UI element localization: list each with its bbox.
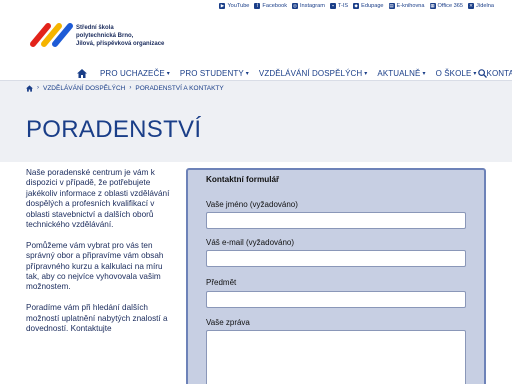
site-header: Střední škola polytechnická Brno, Jílová… (0, 0, 512, 86)
chevron-down-icon: ▾ (166, 70, 170, 77)
chevron-down-icon: ▾ (422, 70, 426, 77)
page-title: PORADENSTVÍ (26, 116, 202, 143)
edupage-icon: ◆ (353, 3, 360, 9)
tis-icon: ▪ (329, 3, 336, 9)
toplink-label: T-IS (337, 3, 349, 9)
school-name-line-1: Střední škola (76, 25, 114, 31)
search-icon (477, 68, 487, 78)
email-label: Váš e-mail (vyžadováno) (206, 238, 295, 247)
toplink-youtube[interactable]: ▶ YouTube (219, 3, 249, 9)
chevron-down-icon: ▾ (364, 70, 368, 77)
breadcrumb: › VZDĚLÁVÁNÍ DOSPĚLÝCH › PORADENSTVÍ A K… (0, 80, 512, 94)
main-nav: PRO UCHAZEČE ▾ PRO STUDENTY ▾ VZDĚLÁVÁNÍ… (74, 66, 512, 80)
toplink-label: Instagram (300, 3, 325, 9)
nav-item-kontakty[interactable]: KONTAKTY (487, 69, 512, 78)
main-text: Naše poradenské centrum je vám k dispozi… (26, 168, 172, 345)
toplink-label: Edupage (361, 3, 384, 9)
home-icon[interactable] (26, 84, 33, 92)
toplink-label: Jídelna (475, 3, 494, 9)
youtube-icon: ▶ (219, 3, 226, 9)
nav-item-pro-uchazece[interactable]: PRO UCHAZEČE ▾ (100, 69, 170, 78)
toplink-office[interactable]: ▦ Office 365 (429, 3, 463, 9)
nav-home[interactable] (74, 68, 90, 78)
toplink-label: Office 365 (437, 3, 463, 9)
school-name-line-3: Jílová, příspěvková organizace (76, 41, 165, 47)
breadcrumb-items: › VZDĚLÁVÁNÍ DOSPĚLÝCH › PORADENSTVÍ A K… (26, 82, 224, 94)
message-label: Vaše zpráva (206, 318, 250, 327)
canteen-icon: ✕ (467, 3, 474, 9)
nav-item-pro-studenty[interactable]: PRO STUDENTY ▾ (180, 69, 249, 78)
facebook-icon: f (254, 3, 261, 9)
office-icon: ▦ (429, 3, 436, 9)
toplink-instagram[interactable]: ◎ Instagram (292, 3, 325, 9)
nav-item-vzdelavani-dospelych[interactable]: VZDĚLÁVÁNÍ DOSPĚLÝCH ▾ (259, 69, 368, 78)
chevron-down-icon: ▾ (245, 70, 249, 77)
breadcrumb-item[interactable]: VZDĚLÁVÁNÍ DOSPĚLÝCH (43, 85, 125, 92)
name-field[interactable] (206, 212, 466, 229)
ebook-icon: ▤ (388, 3, 395, 9)
nav-item-label: O ŠKOLE (435, 68, 472, 78)
page: Střední škola polytechnická Brno, Jílová… (0, 0, 512, 384)
page-hero: PORADENSTVÍ (0, 94, 512, 162)
nav-item-label: KONTAKTY (486, 68, 512, 78)
toplink-label: E-knihovna (396, 3, 425, 9)
top-links: ▶ YouTube f Facebook ◎ Instagram ▪ T-IS … (219, 3, 494, 9)
toplink-jidelna[interactable]: ✕ Jídelna (467, 3, 494, 9)
toplink-tis[interactable]: ▪ T-IS (329, 3, 349, 9)
nav-item-label: PRO UCHAZEČE (100, 68, 165, 78)
subject-label: Předmět (206, 278, 237, 287)
search-button[interactable] (476, 66, 488, 80)
paragraph: Poradíme vám při hledání dalších možnost… (26, 303, 168, 334)
name-label: Vaše jméno (vyžadováno) (206, 200, 298, 209)
message-field[interactable] (206, 330, 466, 384)
nav-item-label: VZDĚLÁVÁNÍ DOSPĚLÝCH (258, 68, 363, 78)
school-name[interactable]: Střední škola polytechnická Brno, Jílová… (76, 24, 176, 48)
nav-item-label: AKTUALNĚ (377, 68, 421, 78)
instagram-icon: ◎ (292, 3, 298, 9)
toplink-facebook[interactable]: f Facebook (254, 3, 287, 9)
breadcrumb-current: PORADENSTVÍ A KONTAKTY (135, 84, 224, 92)
contact-form: Kontaktní formulář Vaše jméno (vyžadován… (186, 168, 486, 384)
nav-item-aktualne[interactable]: AKTUALNĚ ▾ (377, 69, 425, 78)
chevron-right-icon: › (129, 85, 132, 91)
toplink-edupage[interactable]: ◆ Edupage (353, 3, 384, 9)
form-title: Kontaktní formulář (206, 175, 280, 184)
toplink-label: YouTube (227, 3, 250, 9)
paragraph: Pomůžeme vám vybrat pro vás ten správný … (26, 240, 164, 292)
school-name-line-2: polytechnická Brno, (76, 33, 134, 39)
chevron-right-icon: › (37, 85, 39, 91)
subject-field[interactable] (206, 291, 466, 308)
school-logo[interactable] (28, 18, 74, 50)
nav-item-o-skole[interactable]: O ŠKOLE ▾ (436, 69, 477, 78)
email-field[interactable] (206, 250, 466, 267)
toplink-label: Facebook (262, 3, 287, 9)
nav-item-label: PRO STUDENTY (179, 68, 244, 78)
toplink-eknihovna[interactable]: ▤ E-knihovna (388, 3, 425, 9)
home-icon (77, 68, 87, 78)
paragraph: Naše poradenské centrum je vám k dispozi… (26, 168, 170, 230)
